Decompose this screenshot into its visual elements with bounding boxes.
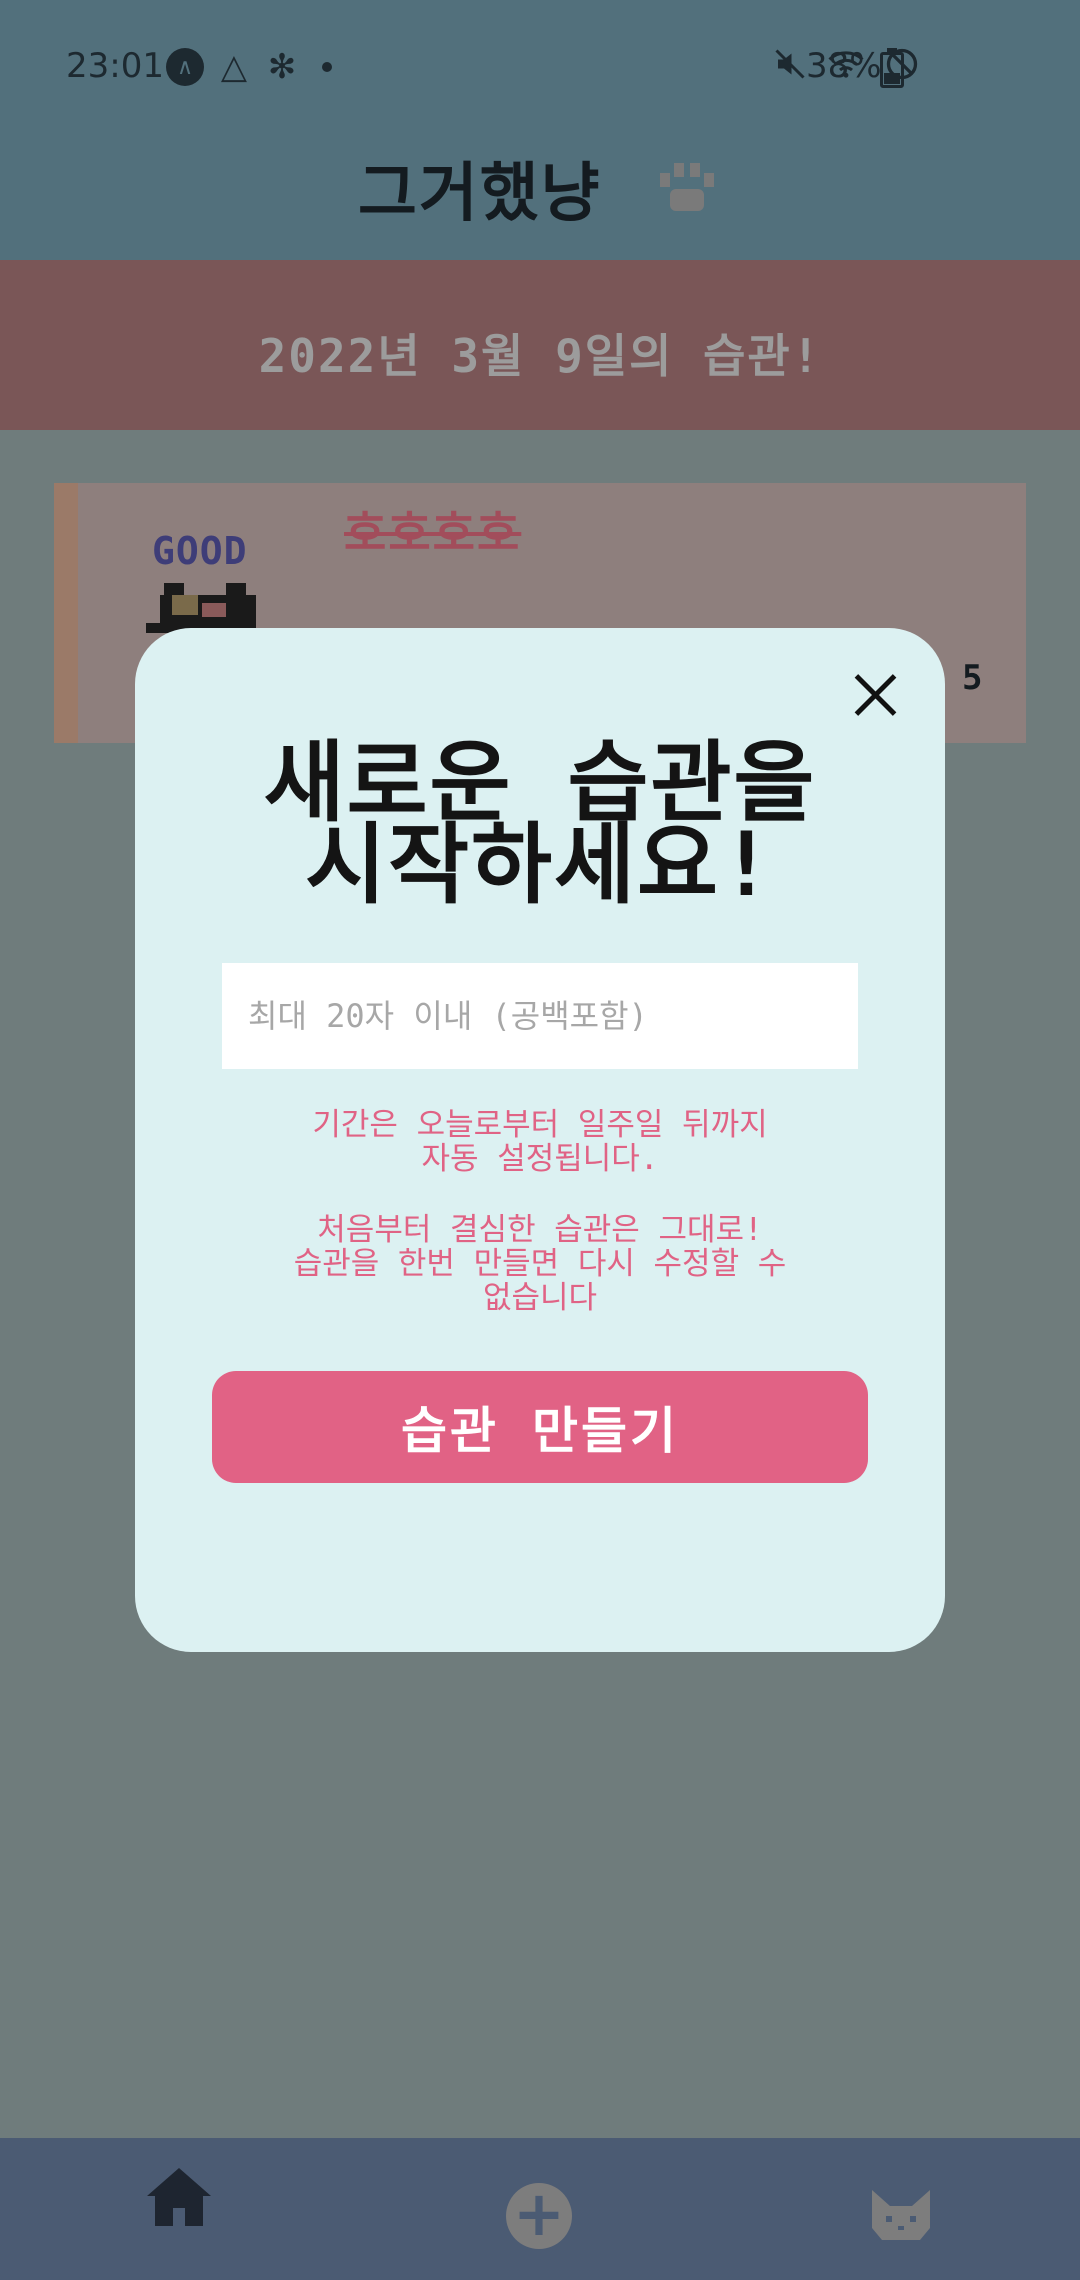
modal-heading-line1: 새로운 습관을 (263, 731, 817, 834)
home-icon (147, 2168, 211, 2226)
close-button[interactable] (852, 672, 898, 718)
create-habit-button[interactable]: 습관 만들기 (212, 1371, 868, 1483)
edit-warning-line3: 없습니다 (482, 1280, 598, 1316)
duration-notice-line2: 자동 설정됩니다. (421, 1141, 659, 1177)
app-title: 그거했냥 (357, 157, 602, 231)
date-banner-text: 2022년 3월 9일의 습관! (258, 329, 822, 383)
battery-percent: 38% (806, 46, 882, 86)
duration-notice: 기간은 오늘로부터 일주일 뒤까지 자동 설정됩니다. (230, 1108, 850, 1176)
status-icons-left: ∧ △ ✻ (166, 47, 332, 87)
edit-warning-line1: 처음부터 결심한 습관은 그대로! (317, 1212, 763, 1248)
nav-home-button[interactable] (145, 2166, 213, 2232)
edit-warning-line2: 습관을 한번 만들면 다시 수정할 수 (293, 1246, 787, 1282)
edit-warning-notice: 처음부터 결심한 습관은 그대로! 습관을 한번 만들면 다시 수정할 수 없습… (230, 1213, 850, 1315)
nav-add-button[interactable]: + (506, 2183, 572, 2249)
nav-cat-button[interactable] (868, 2188, 934, 2246)
good-badge: GOOD (152, 529, 248, 573)
battery-icon (880, 48, 904, 88)
status-time: 23:01 (66, 46, 164, 86)
duration-notice-line1: 기간은 오늘로부터 일주일 뒤까지 (312, 1107, 768, 1143)
cat-icon (872, 2190, 930, 2240)
paw-icon (652, 159, 722, 235)
habit-card-title: 호호호호 (344, 506, 522, 560)
a-icon: ∧ (166, 48, 204, 86)
habit-name-input[interactable] (222, 963, 858, 1069)
habit-card-edge (54, 483, 78, 743)
status-bar: 23:01 ∧ △ ✻ 38% (0, 0, 1080, 135)
mute-icon (772, 46, 808, 91)
settings-icon: ✻ (267, 47, 297, 87)
modal-heading-line2: 시작하세요! (305, 813, 775, 916)
notification-dot-icon (322, 62, 332, 72)
add-circle-icon: + (513, 2177, 565, 2250)
app-title-row: 그거했냥 (0, 142, 1080, 235)
drive-icon: △ (220, 47, 248, 87)
modal-heading: 새로운 습관을 시작하세요! (135, 731, 945, 916)
habit-card-count: 5 (962, 658, 983, 698)
